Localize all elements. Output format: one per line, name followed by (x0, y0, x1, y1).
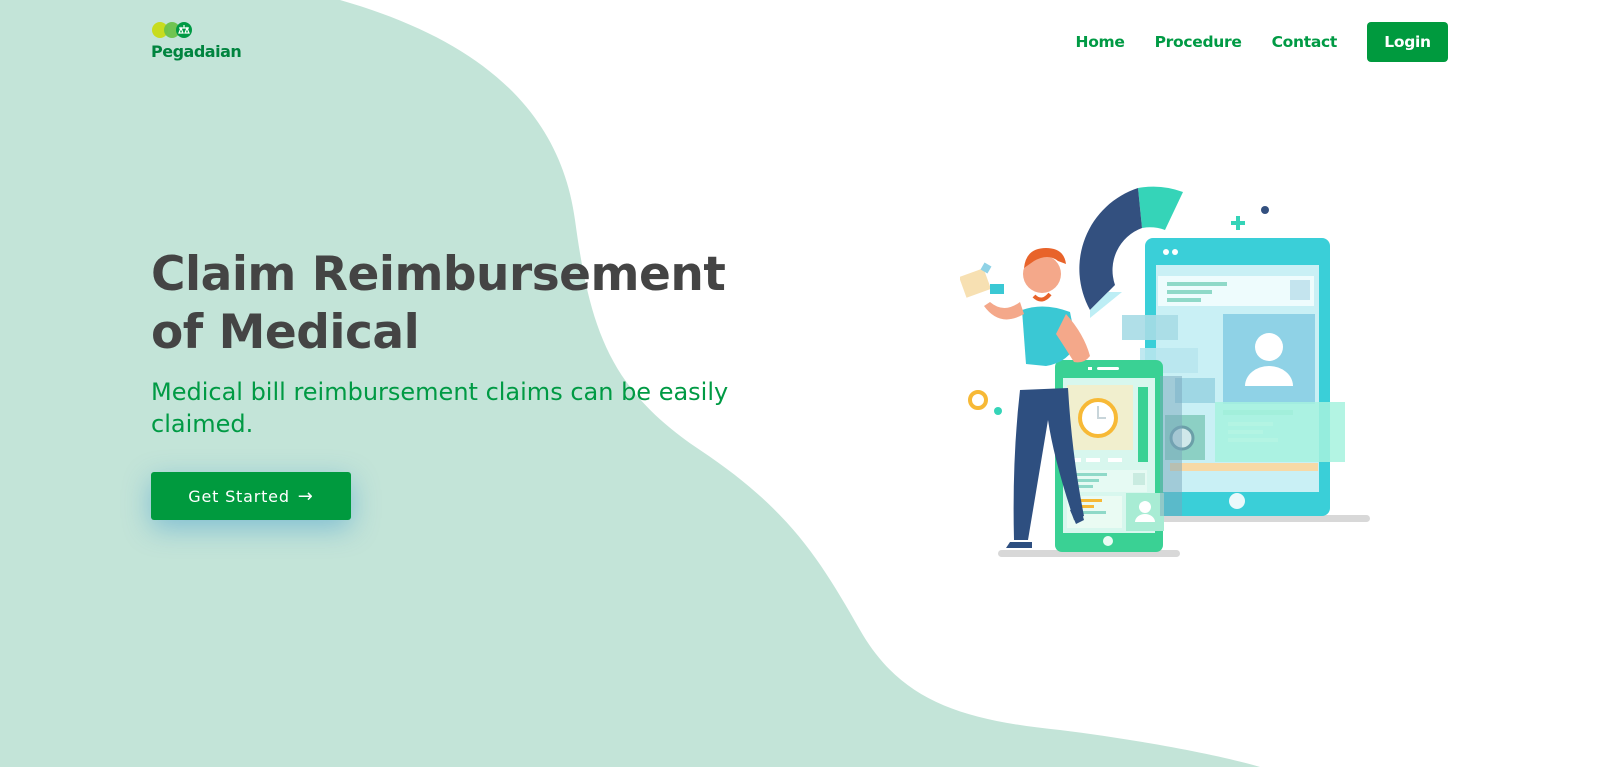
get-started-label: Get Started (188, 486, 290, 506)
hero-illustration (960, 186, 1370, 557)
logo-mark-icon (152, 22, 192, 38)
nav-home-link[interactable]: Home (1076, 33, 1125, 51)
nav-contact-link[interactable]: Contact (1272, 33, 1338, 51)
hero-subtitle: Medical bill reimbursement claims can be… (151, 378, 729, 438)
hero-section: Claim Reimbursement of Medical Medical b… (151, 246, 751, 520)
nav-procedure-link[interactable]: Procedure (1155, 33, 1242, 51)
top-navbar: Pegadaian Home Procedure Contact Login (0, 0, 1600, 84)
hero-title: Claim Reimbursement of Medical (151, 247, 726, 360)
login-button[interactable]: Login (1367, 22, 1448, 62)
get-started-button[interactable]: Get Started → (151, 472, 351, 520)
main-nav: Home Procedure Contact Login (1076, 22, 1448, 62)
brand-logo[interactable]: Pegadaian (151, 20, 242, 64)
brand-name: Pegadaian (151, 42, 242, 61)
arrow-right-icon: → (297, 485, 314, 507)
